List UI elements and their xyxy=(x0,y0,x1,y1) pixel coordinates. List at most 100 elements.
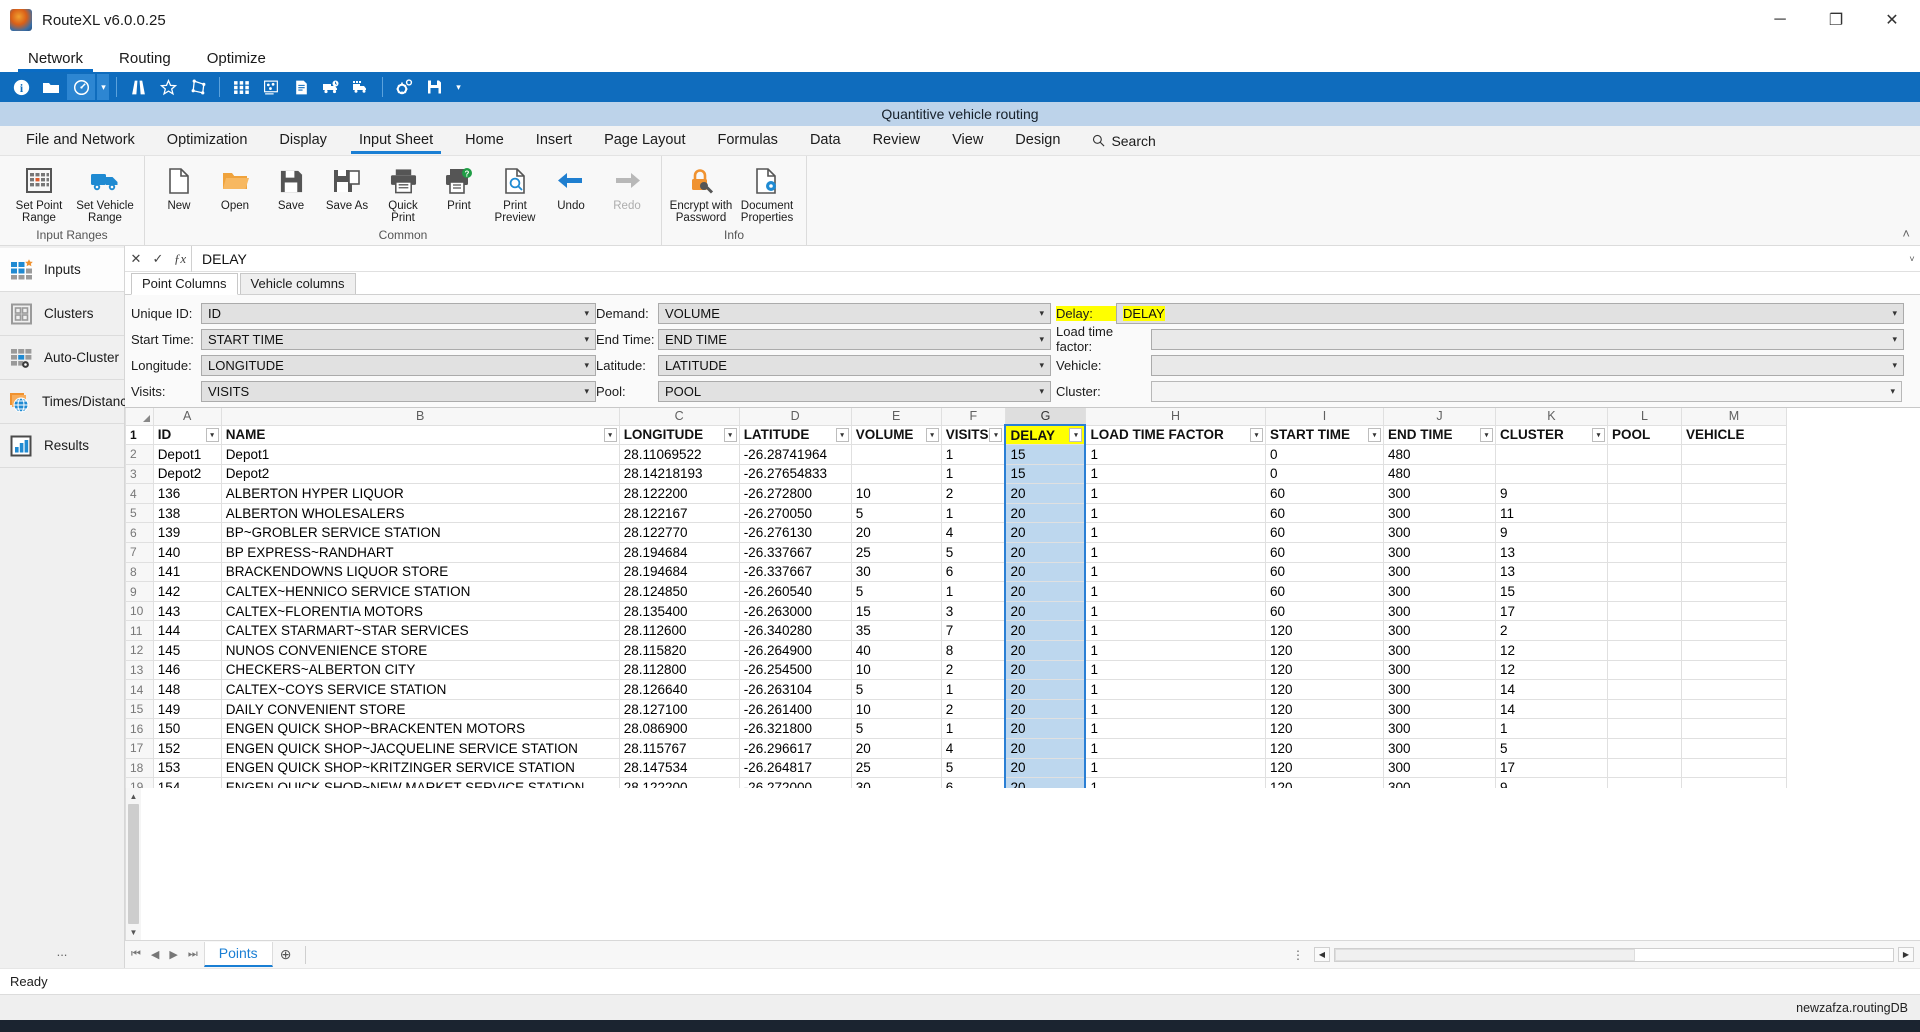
grid-cell[interactable]: NUNOS CONVENIENCE STORE xyxy=(220,640,620,661)
row-number[interactable]: 14 xyxy=(125,679,154,700)
grid-cell[interactable]: 300 xyxy=(1382,698,1496,720)
grid-cell[interactable]: 120 xyxy=(1264,738,1384,759)
star-icon[interactable] xyxy=(154,74,182,100)
menu-item-network[interactable]: Network xyxy=(10,50,101,72)
spreadsheet-scroll-region[interactable]: ABCDEFGHIJKLM 1 ID ▾ NAME ▾ LONGITUDE ▾ LATITUD… xyxy=(125,408,1920,788)
grid-cell[interactable]: -26.321800 xyxy=(738,718,852,739)
grid-cell[interactable]: 1 xyxy=(1084,620,1266,642)
formula-accept-icon[interactable]: ✓ xyxy=(147,251,169,267)
vertical-scroll-track[interactable] xyxy=(126,804,142,924)
grid-cell[interactable]: 2 xyxy=(940,483,1006,504)
grid-cell[interactable]: 14 xyxy=(1494,679,1608,700)
grid-cell[interactable]: 1 xyxy=(1084,542,1266,563)
grid-cell[interactable]: 1 xyxy=(940,718,1006,739)
grid-cell[interactable]: -26.276130 xyxy=(738,522,852,544)
grid-cell[interactable]: 0 xyxy=(1264,444,1384,465)
grid-cell[interactable]: 154 xyxy=(152,777,222,788)
scroll-up-icon[interactable]: ▲ xyxy=(126,788,142,804)
column-header-h[interactable]: H xyxy=(1084,408,1266,426)
grid-cell[interactable]: 28.126640 xyxy=(618,679,740,700)
grid-cell[interactable]: 5 xyxy=(850,679,942,700)
grid-cell[interactable] xyxy=(1680,777,1787,788)
grid-cell[interactable]: 5 xyxy=(850,718,942,739)
compass-dropdown-caret-icon[interactable]: ▾ xyxy=(97,74,109,100)
grid-cell[interactable]: 138 xyxy=(152,502,222,524)
grid-cell[interactable]: 20 xyxy=(1004,522,1087,544)
grid-cell[interactable]: -26.270050 xyxy=(738,502,852,524)
tab-page-layout[interactable]: Page Layout xyxy=(588,128,701,154)
grid-cell[interactable] xyxy=(1606,542,1682,563)
grid-cell[interactable]: 20 xyxy=(1004,620,1087,642)
grid-cell[interactable]: 300 xyxy=(1382,738,1496,759)
grid-cell[interactable]: -26.254500 xyxy=(738,659,852,681)
grid-cell[interactable]: 120 xyxy=(1264,659,1384,681)
grid-cell[interactable]: 10 xyxy=(850,659,942,681)
grid-cell[interactable]: 120 xyxy=(1264,679,1384,700)
grid-cell[interactable]: 28.147534 xyxy=(618,757,740,779)
row-number[interactable]: 5 xyxy=(125,502,154,524)
grid-cell[interactable] xyxy=(1606,483,1682,504)
grid-cell[interactable]: 60 xyxy=(1264,483,1384,504)
grid-cell[interactable]: 35 xyxy=(850,620,942,642)
row-number[interactable]: 19 xyxy=(125,777,154,788)
grid-cell[interactable]: 300 xyxy=(1382,718,1496,739)
document-properties-button[interactable]: Document Properties xyxy=(734,160,800,224)
info-icon[interactable]: i xyxy=(7,74,35,100)
table-row[interactable]: 11 144 CALTEX STARMART~STAR SERVICES 28.112… xyxy=(125,620,1787,642)
header-cell-name[interactable]: NAME ▾ xyxy=(220,424,620,446)
minimize-button[interactable]: ─ xyxy=(1752,0,1808,40)
tab-file-and-network[interactable]: File and Network xyxy=(10,128,151,154)
grid-cell[interactable]: BRACKENDOWNS LIQUOR STORE xyxy=(220,561,620,583)
grid-cell[interactable] xyxy=(1606,777,1682,788)
table-row[interactable]: 9 142 CALTEX~HENNICO SERVICE STATION 28.124… xyxy=(125,581,1787,602)
grid-cell[interactable]: 1 xyxy=(1084,581,1266,602)
grid-cell[interactable]: 152 xyxy=(152,738,222,759)
grid-cell[interactable]: 28.124850 xyxy=(618,581,740,602)
column-header-b[interactable]: B xyxy=(220,408,620,426)
grid-cell[interactable] xyxy=(1680,757,1787,779)
sheet-tab-points[interactable]: Points xyxy=(203,942,273,967)
matrix-icon[interactable] xyxy=(227,74,255,100)
column-header-g[interactable]: G xyxy=(1004,408,1086,426)
grid-cell[interactable]: 300 xyxy=(1382,757,1496,779)
grid-cell[interactable]: 2 xyxy=(1494,620,1608,642)
grid-cell[interactable] xyxy=(1606,718,1682,739)
grid-cell[interactable]: 20 xyxy=(1004,561,1087,583)
formula-expand-icon[interactable]: ˅ xyxy=(1904,254,1920,264)
filter-dropdown-icon[interactable]: ▾ xyxy=(925,427,939,442)
grid-cell[interactable]: 13 xyxy=(1494,561,1608,583)
grid-cell[interactable] xyxy=(1680,502,1787,524)
row-number[interactable]: 2 xyxy=(125,444,154,465)
grid-cell[interactable]: 5 xyxy=(940,542,1006,563)
grid-cell[interactable]: 0 xyxy=(1264,463,1384,485)
grid-cell[interactable]: 6 xyxy=(940,561,1006,583)
table-row[interactable]: 2 Depot1 Depot1 28.11069522 -26.28741964 1 15 1… xyxy=(125,444,1787,465)
grid-cell[interactable]: CALTEX~FLORENTIA MOTORS xyxy=(220,600,620,622)
grid-cell[interactable]: 300 xyxy=(1382,483,1496,504)
row-number[interactable]: 18 xyxy=(125,757,154,779)
column-header-l[interactable]: L xyxy=(1606,408,1682,426)
grid-cell[interactable]: 13 xyxy=(1494,542,1608,563)
select-unique-id[interactable]: ID ▾ xyxy=(201,302,596,324)
grid-cell[interactable]: 28.135400 xyxy=(618,600,740,622)
vertical-scrollbar[interactable]: ▲ ▼ xyxy=(125,788,141,940)
grid-cell[interactable] xyxy=(1680,522,1787,544)
grid-cell[interactable]: 148 xyxy=(152,679,222,700)
grid-cell[interactable]: -26.337667 xyxy=(738,561,852,583)
grid-cell[interactable] xyxy=(1494,463,1608,485)
table-row[interactable]: 17 152 ENGEN QUICK SHOP~JACQUELINE SERVICE… xyxy=(125,738,1787,759)
grid-cell[interactable]: 1 xyxy=(1084,777,1266,788)
select-demand[interactable]: VOLUME ▾ xyxy=(658,302,1051,324)
settings-gear-icon[interactable] xyxy=(390,74,418,100)
grid-cell[interactable]: 20 xyxy=(1004,581,1087,602)
grid-cell[interactable]: 1 xyxy=(1084,463,1266,485)
row-number[interactable]: 3 xyxy=(125,463,154,485)
grid-cell[interactable]: -26.340280 xyxy=(738,620,852,642)
grid-cell[interactable]: 20 xyxy=(1004,777,1087,788)
grid-cell[interactable]: 2 xyxy=(940,698,1006,720)
grid-cell[interactable]: -26.263000 xyxy=(738,600,852,622)
grid-cell[interactable]: 1 xyxy=(1084,679,1266,700)
grid-cell[interactable]: 20 xyxy=(1004,640,1087,661)
column-header-m[interactable]: M xyxy=(1680,408,1787,426)
new-button[interactable]: New xyxy=(151,160,207,212)
